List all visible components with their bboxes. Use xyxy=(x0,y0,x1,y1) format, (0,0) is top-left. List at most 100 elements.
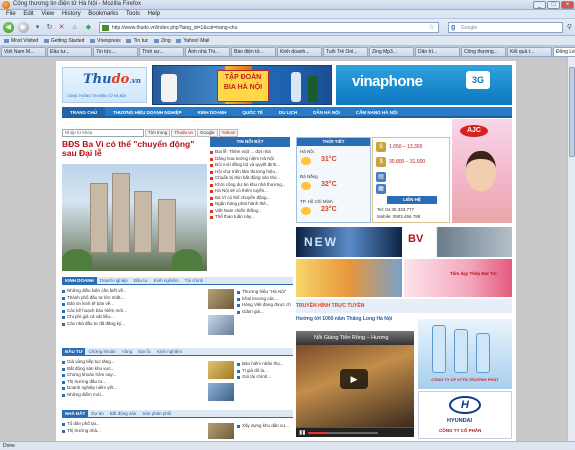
news-thumbnail[interactable] xyxy=(208,383,234,401)
dropdown-arrow-icon[interactable]: ▾ xyxy=(33,23,42,32)
tab-strip: Việt Nam M... Đầu tư... Tin tức... Thời sự.… xyxy=(0,46,575,57)
browser-tab[interactable]: Tuổi Trẻ Onl... xyxy=(323,47,368,56)
menu-edit[interactable]: Edit xyxy=(23,10,33,19)
bookmark-item[interactable]: Most Visited xyxy=(4,36,38,46)
browser-tab-active[interactable]: Đống Lé... xyxy=(553,47,575,56)
section-tab[interactable]: Địa ốc xyxy=(135,348,154,355)
headline[interactable]: BĐS Ba Vì có thể "chuyển động" sau Đại l… xyxy=(62,140,207,158)
new-product-ad[interactable]: NEW xyxy=(296,227,402,257)
section-tab[interactable]: Doanh nghiệp xyxy=(97,277,131,284)
news-thumbnail[interactable] xyxy=(208,361,234,379)
minimize-button[interactable]: _ xyxy=(533,1,546,9)
section-tab[interactable]: NHÀ ĐẤT xyxy=(62,410,89,417)
section-tab[interactable]: Bất động sản xyxy=(107,410,140,417)
list-item[interactable]: Thể thao tuần này... xyxy=(210,214,290,221)
browser-tab[interactable]: Zing Mp3... xyxy=(369,47,414,56)
bookmark-item[interactable]: Yahoo! Mail xyxy=(176,36,209,46)
home-icon[interactable]: ⌂ xyxy=(70,23,79,32)
headline-photo[interactable] xyxy=(62,164,207,271)
section-tab[interactable]: Kinh nghiệm xyxy=(154,348,185,355)
bookmark-item[interactable]: Getting Started xyxy=(43,36,84,46)
nav-home[interactable]: TRANG CHỦ xyxy=(62,107,105,116)
search-go-icon[interactable]: ⚲ xyxy=(565,23,574,32)
video-caption[interactable]: Hướng tới 1000 năm Thăng Long Hà Nội xyxy=(296,316,412,322)
scroll-thumb[interactable] xyxy=(569,67,575,157)
vertical-scrollbar[interactable] xyxy=(567,57,575,441)
bookmark-star-icon[interactable]: ☆ xyxy=(427,23,436,32)
section-tab[interactable]: Chứng khoán xyxy=(85,348,118,355)
bookmark-item[interactable]: Zing xyxy=(153,36,171,46)
menu-tools[interactable]: Tools xyxy=(126,10,140,19)
list-item[interactable]: Xây dựng khu dân cư... xyxy=(237,423,291,430)
list-item[interactable]: Những điểm mới... xyxy=(62,392,204,399)
menu-history[interactable]: History xyxy=(62,10,81,19)
section-tab[interactable]: Đầu tư xyxy=(131,277,151,284)
bookmark-item[interactable]: Tin tuc xyxy=(126,36,148,46)
news-thumbnail[interactable] xyxy=(208,423,234,439)
stop-icon[interactable]: ✕ xyxy=(57,23,66,32)
browser-tab[interactable]: Báo điện tử... xyxy=(231,47,276,56)
news-thumbnail[interactable] xyxy=(208,315,234,335)
nav-item[interactable]: CẨM NANG HÀ NỘI xyxy=(348,107,406,116)
browser-tab[interactable]: Công thương... xyxy=(461,47,506,56)
search-yahoo-button[interactable]: Yahoo! xyxy=(218,129,239,137)
section-tab[interactable]: ĐẦU TƯ xyxy=(62,348,86,355)
section-tab[interactable]: Tài chính xyxy=(182,277,207,284)
menu-help[interactable]: Help xyxy=(148,10,160,19)
search-google-button[interactable]: Google xyxy=(197,129,218,137)
search-thudo-button[interactable]: Thudo.vn xyxy=(171,129,197,137)
section-tab[interactable]: Vàng xyxy=(119,348,136,355)
nav-item[interactable]: THƯƠNG HIỆU DOANH NGHIỆP xyxy=(105,107,190,116)
browser-tab[interactable]: Đầu tư... xyxy=(47,47,92,56)
site-search-input[interactable]: Nhập từ khóa xyxy=(62,129,144,137)
list-item[interactable]: Thị trường nhà... xyxy=(62,428,204,435)
search-box[interactable]: g Google xyxy=(448,22,563,33)
section-tab[interactable]: Kinh nghiệm xyxy=(151,277,182,284)
bookmark-item[interactable]: Vnexpress xyxy=(90,36,121,46)
maximize-button[interactable]: □ xyxy=(547,1,560,9)
bv-ad[interactable]: BV xyxy=(404,227,512,257)
site-logo[interactable]: Thudo.vn CỔNG THÔNG TIN ĐIỆN TỬ HÀ NỘI xyxy=(62,67,147,103)
beach-ad[interactable] xyxy=(296,259,402,297)
reload-icon[interactable]: ↻ xyxy=(45,23,54,32)
browser-tab[interactable]: Kinh doanh... xyxy=(277,47,322,56)
news-thumbnail[interactable] xyxy=(208,289,234,309)
logo-tagline: CỔNG THÔNG TIN ĐIỆN TỬ HÀ NỘI xyxy=(67,94,126,98)
contact-header: LIÊN HỆ xyxy=(387,196,437,204)
browser-tab[interactable]: Việt Nam M... xyxy=(1,47,46,56)
play-icon[interactable]: ▶ xyxy=(340,369,368,389)
section-tab[interactable]: Sàn phân phối xyxy=(139,410,174,417)
menu-file[interactable]: File xyxy=(6,10,16,19)
list-item[interactable]: Gói tài chính... xyxy=(237,374,291,381)
video-progress[interactable] xyxy=(308,432,378,434)
nav-item[interactable]: KINH DOANH xyxy=(190,107,235,116)
nav-item[interactable]: DÂN HÀ NỘI xyxy=(305,107,348,116)
list-item[interactable]: Các nhà đầu tư đã đăng ký... xyxy=(62,321,204,328)
address-bar[interactable]: http://www.thudo.vn/index.php?lang_id=1&… xyxy=(99,22,439,33)
browser-tab[interactable]: Kết quả t... xyxy=(507,47,552,56)
section-tab[interactable]: Dự án xyxy=(88,410,107,417)
menu-bookmarks[interactable]: Bookmarks xyxy=(88,10,118,19)
close-button[interactable]: × xyxy=(561,1,574,9)
section-tab[interactable]: KINH DOANH xyxy=(62,277,97,284)
nav-item[interactable]: DU LỊCH xyxy=(271,107,305,116)
nav-item[interactable]: QUỐC TẾ xyxy=(234,107,271,116)
addon-icon[interactable]: ◆ xyxy=(84,23,93,32)
vinaphone-banner-ad[interactable]: vinaphone 3G xyxy=(336,65,512,105)
water-ad[interactable]: CÔNG TY CP VTTN TRƯỜNG PHÁT xyxy=(418,319,512,389)
list-item[interactable]: Giảm giá... xyxy=(237,309,291,316)
browser-tab[interactable]: Thời sự... xyxy=(139,47,184,56)
browser-tab[interactable]: Ảnh nhà Thi... xyxy=(185,47,230,56)
browser-tab[interactable]: Tin tức... xyxy=(93,47,138,56)
pause-icon[interactable]: ▮▮ xyxy=(299,429,306,436)
video-player[interactable]: Nỗi Giáng Tiên Rồng – Hương ▶ ▮▮ xyxy=(296,331,414,437)
ajc-jewelry-ad[interactable]: AJC xyxy=(452,119,512,223)
menu-view[interactable]: View xyxy=(41,10,54,19)
search-button[interactable]: Tìm trong xyxy=(145,129,171,137)
hyundai-ad[interactable]: H HYUNDAI CÔNG TY CỔ PHẦN xyxy=(418,391,512,439)
browser-tab[interactable]: Dân trí... xyxy=(415,47,460,56)
beer-banner-ad[interactable]: TẬP ĐOÀN BIA HÀ NỘI xyxy=(152,65,332,105)
back-button[interactable]: ◀ xyxy=(3,22,14,33)
huong-thien-ad[interactable]: Tấm dạy Thép Đạt Tin xyxy=(404,259,512,297)
forward-button[interactable]: ▶ xyxy=(18,22,29,33)
